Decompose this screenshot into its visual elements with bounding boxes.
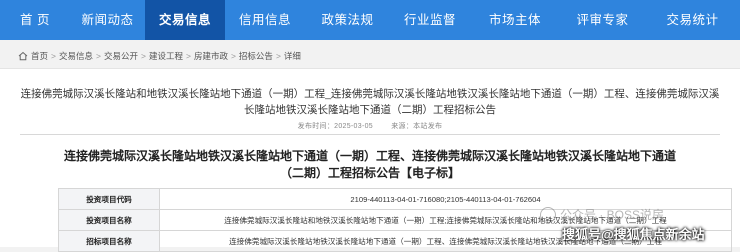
breadcrumb-trading-public[interactable]: 交易公开 — [104, 50, 138, 62]
nav-item-market-entities[interactable]: 市场主体 — [470, 0, 560, 40]
nav-item-supervision[interactable]: 行业监督 — [390, 0, 470, 40]
nav-item-home[interactable]: 首 页 — [0, 0, 70, 40]
notice-title: 连接佛莞城际汉溪长隆站和地铁汉溪长隆站地下通道（一期）工程_连接佛莞城际汉溪长隆… — [20, 88, 720, 116]
breadcrumb-separator: > — [96, 51, 101, 61]
breadcrumb-separator: > — [185, 51, 191, 61]
watermark-sohu: 搜狐号@搜狐焦点新余站 — [562, 227, 705, 242]
breadcrumb-detail: 详细 — [283, 51, 301, 61]
breadcrumb-trading-info[interactable]: 交易信息 — [59, 50, 93, 62]
document-title: 连接佛莞城际汉溪长隆站地铁汉溪长隆站地下通道（一期）工程、连接佛莞城际汉溪长隆站… — [63, 149, 676, 180]
breadcrumb-housing-municipal[interactable]: 房建市政 — [194, 50, 228, 62]
publish-time: 发布时间：2025-03-05 — [297, 123, 373, 130]
notice-meta: 发布时间：2025-03-05 来源：本站发布 — [0, 121, 740, 131]
divider — [20, 134, 720, 135]
wechat-icon — [540, 206, 556, 223]
breadcrumb: 首页 > 交易信息 > 交易公开 > 建设工程 > 房建市政 > 招标公告 > … — [18, 49, 301, 63]
breadcrumb-construction[interactable]: 建设工程 — [149, 50, 183, 62]
table-label-project-name: 投资项目名称 — [58, 209, 160, 231]
breadcrumb-separator: > — [275, 51, 281, 61]
breadcrumb-home[interactable]: 首页 — [31, 50, 48, 62]
breadcrumb-separator: > — [51, 51, 56, 61]
table-label-tender-name: 招标项目名称 — [58, 230, 160, 252]
top-nav-bar: 首 页 新闻动态 交易信息 信用信息 政策法规 行业监督 市场主体 评审专家 交… — [0, 0, 740, 40]
source: 来源：本站发布 — [391, 123, 443, 130]
breadcrumb-tender-notice[interactable]: 招标公告 — [239, 50, 273, 62]
watermark-wechat: 公众号 · BOSS说房 — [540, 206, 664, 223]
breadcrumb-separator: > — [140, 51, 146, 61]
nav-item-news[interactable]: 新闻动态 — [70, 0, 145, 40]
nav-item-trading-info[interactable]: 交易信息 — [145, 0, 225, 40]
nav-item-policy[interactable]: 政策法规 — [305, 0, 390, 40]
watermark-line1: 公众号 · BOSS说房 — [560, 208, 665, 222]
nav-item-statistics[interactable]: 交易统计 — [645, 0, 740, 40]
home-icon — [18, 51, 28, 61]
table-label-project-code: 投资项目代码 — [58, 188, 160, 210]
nav-item-credit-info[interactable]: 信用信息 — [225, 0, 305, 40]
breadcrumb-separator: > — [230, 51, 236, 61]
nav-item-experts[interactable]: 评审专家 — [560, 0, 645, 40]
